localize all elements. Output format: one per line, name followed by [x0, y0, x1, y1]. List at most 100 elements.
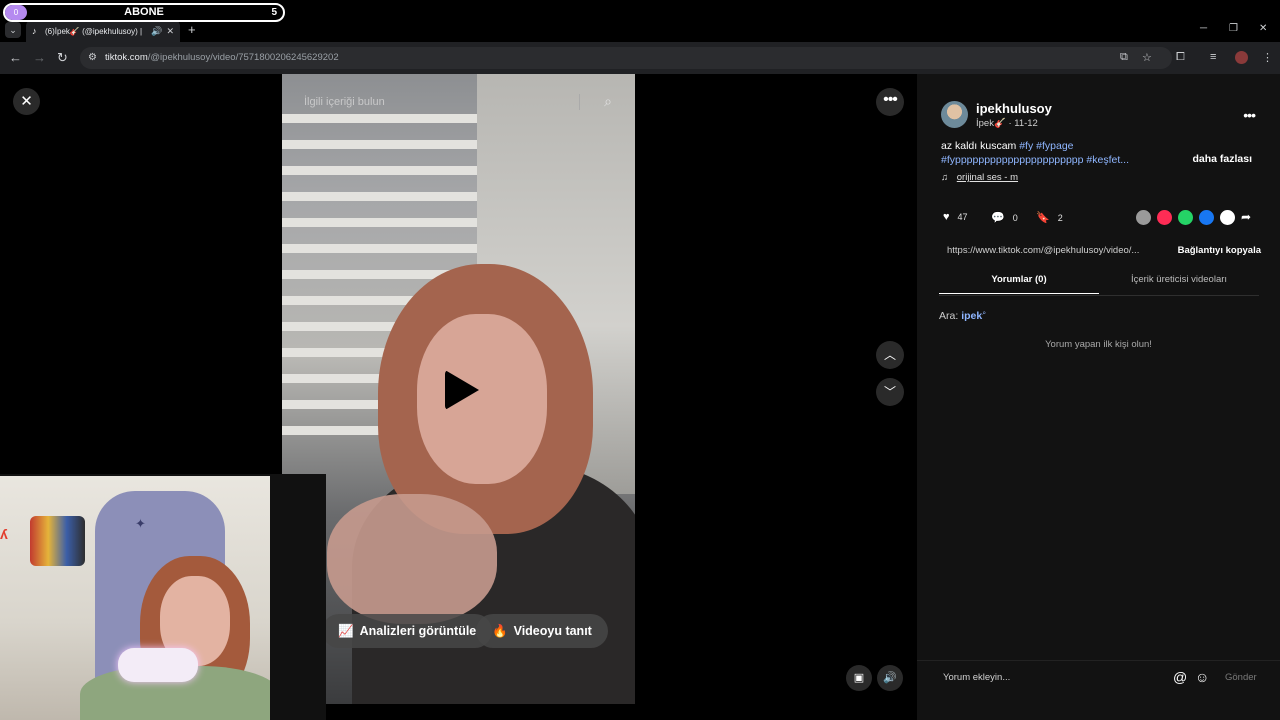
tab-search-button[interactable]: ⌄ — [5, 22, 21, 38]
blind-slat — [282, 166, 477, 175]
search-suggestion-keyword[interactable]: ipek — [961, 310, 982, 322]
more-share-icon[interactable]: ➦ — [1241, 210, 1256, 225]
video-caption: az kaldı kuscam #fy #fypage #fyppppppppp… — [941, 139, 1191, 167]
restore-icon[interactable]: ❐ — [1229, 23, 1238, 34]
copy-share-icon[interactable] — [1220, 210, 1235, 225]
search-suggestion-icon: ⌕ — [982, 310, 987, 317]
search-suggestion[interactable]: Ara: ipek⌕ — [939, 310, 986, 322]
tab-creator-videos[interactable]: İçerik üreticisi videoları — [1099, 274, 1259, 285]
minimize-icon[interactable]: ─ — [1200, 23, 1207, 34]
hashtag-link[interactable]: #fy — [1019, 140, 1033, 152]
forward-icon[interactable]: → — [33, 51, 46, 65]
author-more-icon[interactable]: ••• — [1243, 107, 1256, 123]
blind-slat — [282, 218, 477, 227]
volume-icon[interactable]: 🔊 — [877, 665, 903, 691]
music-title[interactable]: orijinal ses - m — [957, 172, 1018, 183]
new-tab-button[interactable]: + — [188, 22, 196, 37]
url-text[interactable]: tiktok.com/@ipekhulusoy/video/7571800206… — [105, 52, 339, 63]
save-action[interactable]: 🔖 2 — [1036, 211, 1063, 224]
install-app-icon[interactable]: ⧉ — [1120, 51, 1128, 64]
browser-menu-icon[interactable]: ⋮ — [1262, 51, 1273, 64]
emoji-icon[interactable]: ☺ — [1195, 669, 1209, 685]
reload-icon[interactable]: ↻ — [57, 51, 68, 65]
comment-count: 0 — [1012, 212, 1018, 223]
more-options-icon[interactable]: ••• — [876, 88, 904, 116]
send-comment-button[interactable]: Gönder — [1225, 672, 1257, 683]
save-count: 2 — [1057, 212, 1063, 223]
search-divider — [579, 94, 580, 110]
subscriber-goal-target: 5 — [271, 7, 277, 18]
engagement-actions: ♥ 47 💬 0 🔖 2 ➦ — [943, 210, 1263, 227]
video-pane: ✕ İlgili içeriği bulun ⌕ 📈 Analizleri gö… — [0, 74, 917, 720]
search-icon[interactable]: ⌕ — [604, 93, 612, 110]
blind-slat — [282, 114, 477, 123]
tab-comments[interactable]: Yorumlar (0) — [939, 274, 1099, 294]
facebook-share-icon[interactable] — [1199, 210, 1214, 225]
panel-tabs: Yorumlar (0) İçerik üreticisi videoları — [939, 274, 1259, 296]
comment-action[interactable]: 💬 0 — [991, 211, 1018, 224]
music-note-icon: ♫ — [941, 172, 949, 183]
video-player[interactable]: İlgili içeriği bulun ⌕ — [282, 74, 635, 704]
promote-video-button[interactable]: 🔥 Videoyu tanıt — [476, 614, 608, 648]
video-person-face — [417, 314, 547, 484]
related-search-box[interactable]: İlgili içeriği bulun ⌕ — [290, 90, 620, 114]
back-icon[interactable]: ← — [9, 51, 22, 65]
heart-icon[interactable]: ♥ — [943, 211, 950, 223]
author-display-name: İpek🎸 — [976, 118, 1006, 129]
author-username[interactable]: ipekhulusoy — [976, 101, 1052, 116]
bookmark-star-icon[interactable]: ☆ — [1142, 51, 1152, 64]
promote-video-label: Videoyu tanıt — [513, 624, 592, 638]
analytics-icon: 📈 — [338, 623, 354, 638]
close-video-button[interactable]: ✕ — [13, 88, 40, 115]
author-subline: İpek🎸 · 11-12 — [976, 118, 1038, 129]
window-close-icon[interactable]: ✕ — [1259, 23, 1267, 34]
whatsapp-share-icon[interactable] — [1178, 210, 1193, 225]
embed-share-icon[interactable] — [1136, 210, 1151, 225]
webcam-overlay: ✦ — [0, 474, 326, 720]
previous-video-icon[interactable]: ︿ — [876, 341, 904, 369]
video-link-url[interactable]: https://www.tiktok.com/@ipekhulusoy/vide… — [947, 245, 1153, 256]
hashtag-link[interactable]: #keşfet... — [1086, 154, 1129, 166]
comment-input[interactable]: Yorum ekleyin... — [943, 672, 1010, 683]
browser-tab[interactable]: ♪ (6)İpek🎸 (@ipekhulusoy) | 🔊 ✕ — [26, 20, 180, 42]
subscriber-goal-label: ABONE — [124, 6, 164, 18]
next-video-icon[interactable]: ﹀ — [876, 378, 904, 406]
video-hand — [327, 494, 497, 624]
comment-icon[interactable]: 💬 — [991, 211, 1005, 224]
site-info-icon[interactable]: ⚙ — [88, 52, 100, 64]
caption-text: az kaldı kuscam — [941, 140, 1020, 152]
tab-close-icon[interactable]: ✕ — [166, 26, 174, 37]
hashtag-link[interactable]: #fypage — [1036, 140, 1073, 152]
related-search-placeholder: İlgili içeriği bulun — [304, 96, 385, 108]
play-icon[interactable] — [445, 370, 479, 410]
mention-icon[interactable]: @ — [1173, 669, 1187, 685]
see-more-button[interactable]: daha fazlası — [1192, 153, 1252, 165]
url-domain: tiktok.com — [105, 52, 148, 63]
bookmark-icon[interactable]: 🔖 — [1036, 211, 1050, 224]
subscriber-goal-bar: 0 ABONE 5 — [3, 3, 285, 22]
blind-slat — [282, 244, 477, 253]
video-link-box: https://www.tiktok.com/@ipekhulusoy/vide… — [941, 239, 1261, 261]
tab-title: (6)İpek🎸 (@ipekhulusoy) | — [45, 26, 143, 36]
address-bar[interactable]: ⚙ tiktok.com/@ipekhulusoy/video/75718002… — [80, 47, 1172, 69]
copy-link-button[interactable]: Bağlantıyı kopyala — [1178, 245, 1261, 256]
tabs-divider — [939, 295, 1259, 296]
view-analytics-button[interactable]: 📈 Analizleri görüntüle — [322, 614, 493, 648]
author-avatar[interactable] — [941, 101, 968, 128]
speaker-icon[interactable]: 🔊 — [151, 26, 162, 37]
like-action[interactable]: ♥ 47 — [943, 211, 968, 223]
url-path: /@ipekhulusoy/video/7571800206245629202 — [147, 52, 339, 63]
like-count: 47 — [957, 212, 968, 222]
hashtag-link[interactable]: #fypppppppppppppppppppppp — [941, 154, 1083, 166]
media-control-icon[interactable]: ≡ — [1210, 51, 1216, 63]
send-to-friends-icon[interactable] — [1157, 210, 1172, 225]
tiktok-icon: ♪ — [32, 25, 37, 36]
search-suggestion-prefix: Ara: — [939, 310, 959, 322]
extensions-icon[interactable]: ⧠ — [1176, 51, 1185, 64]
view-analytics-label: Analizleri görüntüle — [359, 624, 477, 638]
microphone — [118, 648, 198, 682]
profile-avatar[interactable] — [1235, 51, 1248, 64]
music-info[interactable]: ♫ orijinal ses - m — [941, 172, 1018, 183]
picture-in-picture-icon[interactable]: ▣ — [846, 665, 872, 691]
stream-logo-icon: ʎ — [0, 526, 8, 542]
